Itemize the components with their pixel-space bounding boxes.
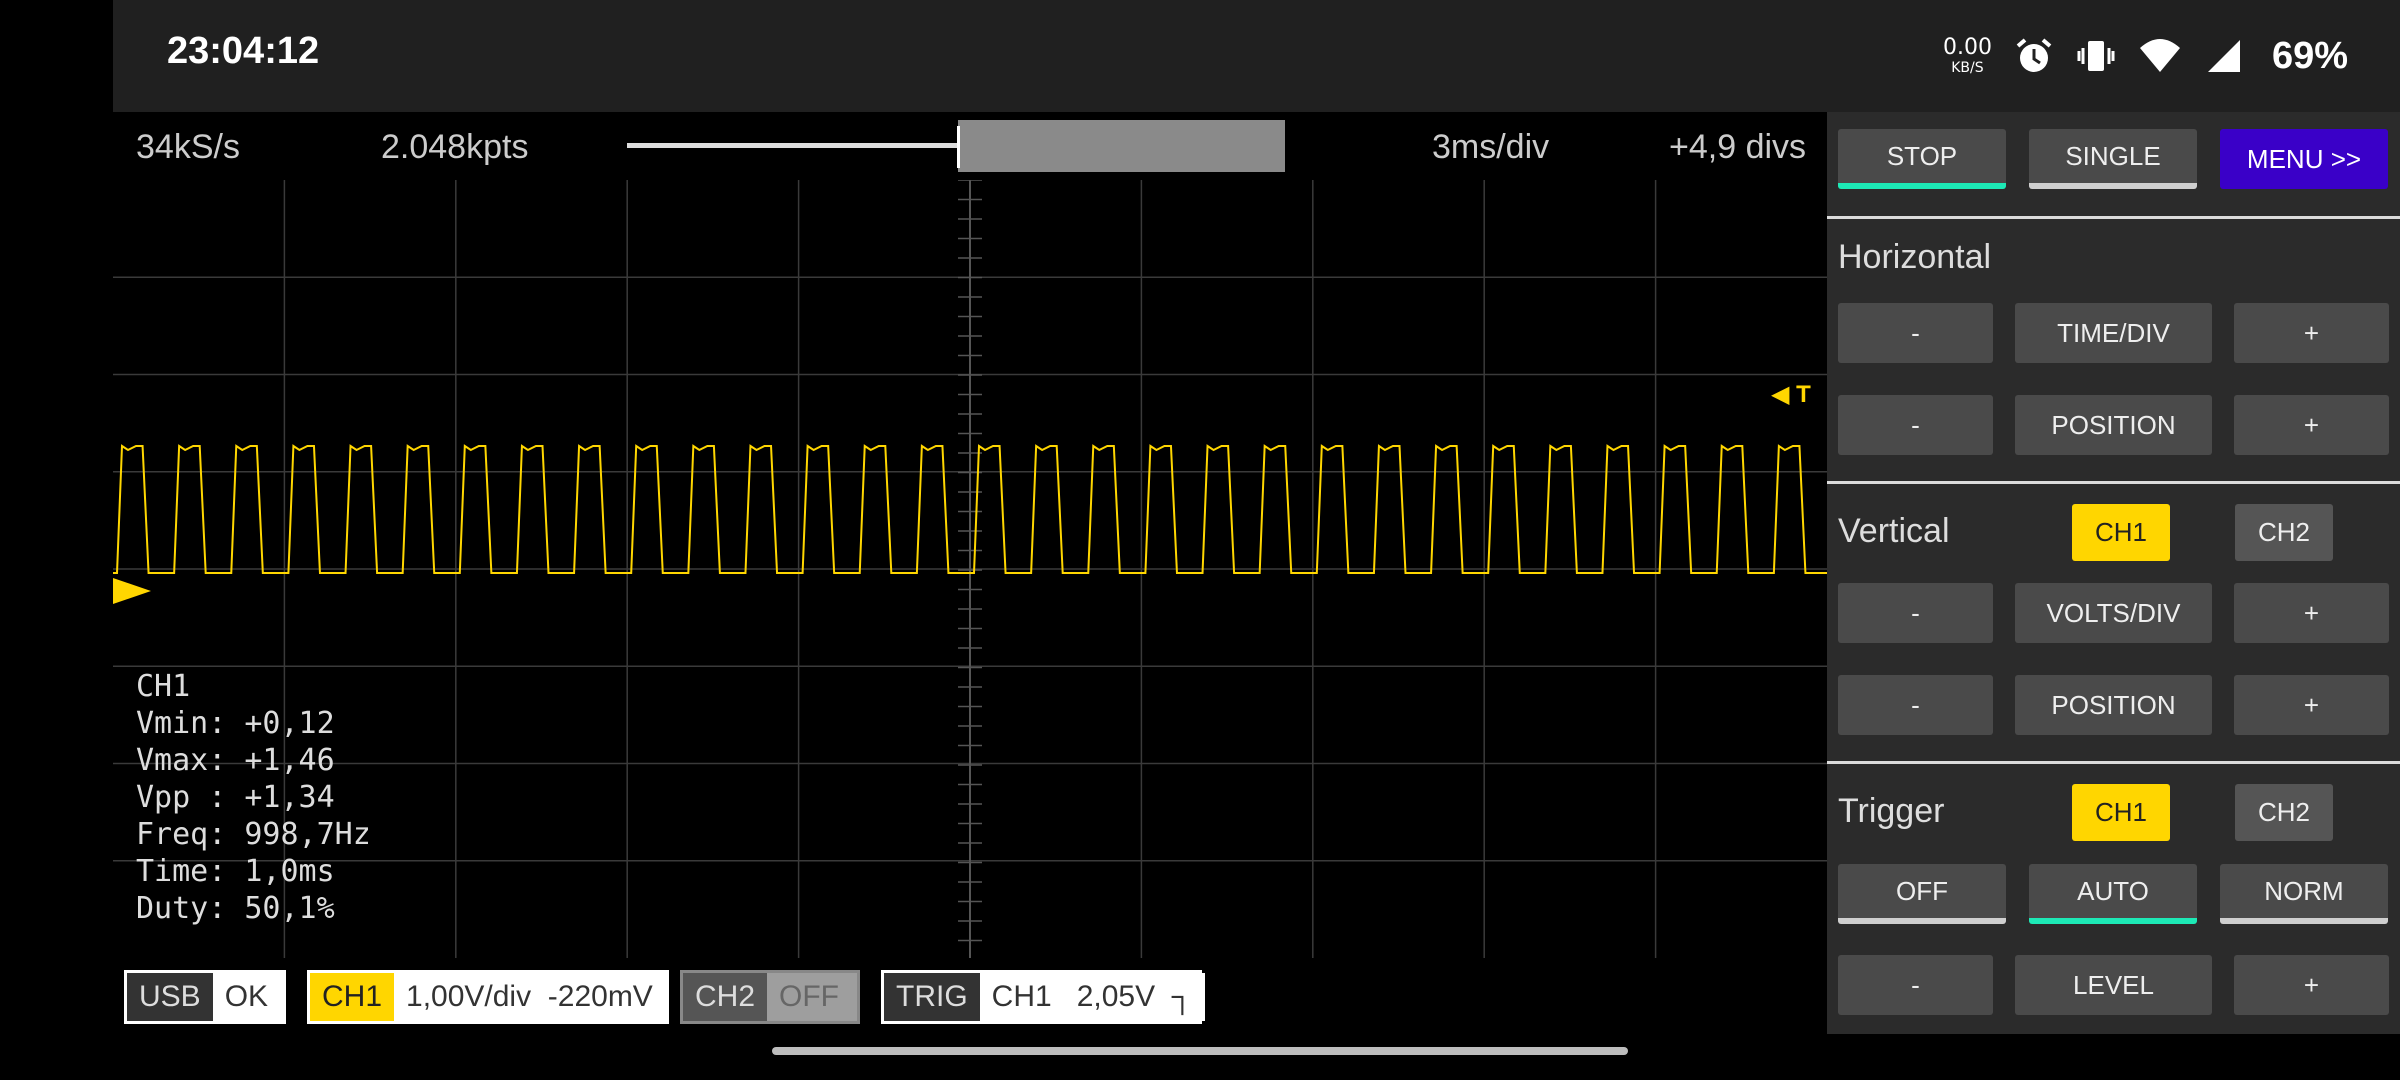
point-count: 2.048kpts [381, 128, 529, 166]
ch1-status-value: 1,00V/div -220mV [394, 973, 666, 1021]
measurement-duty: Duty: 50,1% [136, 891, 335, 926]
trigger-title: Trigger [1838, 792, 1945, 830]
trigger-status-label: TRIG [884, 973, 980, 1021]
ch2-status-label: CH2 [683, 973, 768, 1021]
ch1-status[interactable]: CH1 1,00V/div -220mV [307, 970, 669, 1024]
divider [1827, 216, 2400, 219]
measurement-vmin: Vmin: +0,12 [136, 706, 335, 741]
vertical-ch1-button[interactable]: CH1 [2072, 504, 2170, 561]
trigger-arrow-icon: ◀ [1771, 381, 1790, 408]
sample-rate: 34kS/s [136, 128, 240, 166]
h-position-label: POSITION [2015, 395, 2212, 455]
timebase-readout: 3ms/div [1432, 128, 1550, 166]
ch1-status-label: CH1 [310, 973, 395, 1021]
horizontal-position-readout: +4,9 divs [1669, 128, 1807, 166]
usb-status: USB OK [124, 970, 286, 1024]
status-icons: 0.00 KB/S 69% [1943, 28, 2348, 84]
usb-value: OK [212, 973, 283, 1021]
control-panel: STOP SINGLE MENU >> Horizontal - TIME/DI… [1827, 112, 2400, 1034]
menu-button[interactable]: MENU >> [2220, 129, 2388, 189]
vertical-title: Vertical [1838, 512, 1950, 550]
measurement-channel: CH1 [136, 669, 191, 704]
stop-button[interactable]: STOP [1838, 129, 2006, 189]
vertical-ch2-button[interactable]: CH2 [2235, 504, 2333, 561]
time-div-decrease-button[interactable]: - [1838, 303, 1993, 363]
measurement-vmax: Vmax: +1,46 [136, 743, 335, 778]
divider [1827, 761, 2400, 764]
trigger-level-increase-button[interactable]: + [2234, 955, 2389, 1015]
v-position-label: POSITION [2015, 675, 2212, 735]
measurement-vpp: Vpp : +1,34 [136, 780, 335, 815]
wifi-icon [2139, 39, 2180, 72]
volts-div-increase-button[interactable]: + [2234, 583, 2389, 643]
net-speed: 0.00 KB/S [1942, 35, 1992, 76]
time-div-label: TIME/DIV [2015, 303, 2212, 363]
clock: 23:04:12 [167, 30, 320, 72]
h-position-increase-button[interactable]: + [2234, 395, 2389, 455]
trigger-status[interactable]: TRIG CH1 2,05V ┐ [881, 970, 1206, 1024]
trigger-off-button[interactable]: OFF [1838, 864, 2006, 924]
trigger-auto-button[interactable]: AUTO [2029, 864, 2197, 924]
h-position-decrease-button[interactable]: - [1838, 395, 1993, 455]
measurement-freq: Freq: 998,7Hz [136, 817, 371, 852]
ch1-ground-marker-icon[interactable] [113, 578, 153, 604]
time-div-increase-button[interactable]: + [2234, 303, 2389, 363]
divider [1827, 481, 2400, 484]
measurement-time: Time: 1,0ms [136, 854, 335, 889]
trigger-marker-label: T [1796, 381, 1811, 408]
alarm-icon [2016, 38, 2052, 72]
v-position-increase-button[interactable]: + [2234, 675, 2389, 735]
volts-div-label: VOLTS/DIV [2015, 583, 2212, 643]
net-speed-value: 0.00 [1942, 35, 1992, 60]
battery-percent: 69% [2271, 34, 2348, 77]
home-indicator[interactable] [772, 1047, 1628, 1055]
volts-div-decrease-button[interactable]: - [1838, 583, 1993, 643]
ch2-status-value: OFF [767, 973, 857, 1021]
trigger-level-decrease-button[interactable]: - [1838, 955, 1993, 1015]
status-bar: 23:04:12 0.00 KB/S 69% [113, 0, 2400, 112]
buffer-view-window[interactable] [958, 120, 1285, 172]
trigger-level-label: LEVEL [2015, 955, 2212, 1015]
vibrate-icon [2077, 41, 2115, 71]
ch2-status[interactable]: CH2 OFF [680, 970, 860, 1024]
trigger-ch1-button[interactable]: CH1 [2072, 784, 2170, 841]
horizontal-title: Horizontal [1838, 238, 1992, 276]
measurements-panel: CH1 Vmin: +0,12 Vmax: +1,46 Vpp : +1,34 … [136, 668, 371, 927]
single-button[interactable]: SINGLE [2029, 129, 2197, 189]
trigger-ch2-button[interactable]: CH2 [2235, 784, 2333, 841]
net-speed-unit: KB/S [1951, 60, 1984, 76]
usb-label: USB [127, 973, 213, 1021]
v-position-decrease-button[interactable]: - [1838, 675, 1993, 735]
trigger-level-marker[interactable]: ◀ T [1771, 380, 1811, 409]
buffer-trigger-mark [957, 126, 960, 168]
trigger-norm-button[interactable]: NORM [2220, 864, 2388, 924]
signal-icon [2207, 40, 2240, 72]
trigger-status-value: CH1 2,05V ┐ [979, 973, 1206, 1021]
